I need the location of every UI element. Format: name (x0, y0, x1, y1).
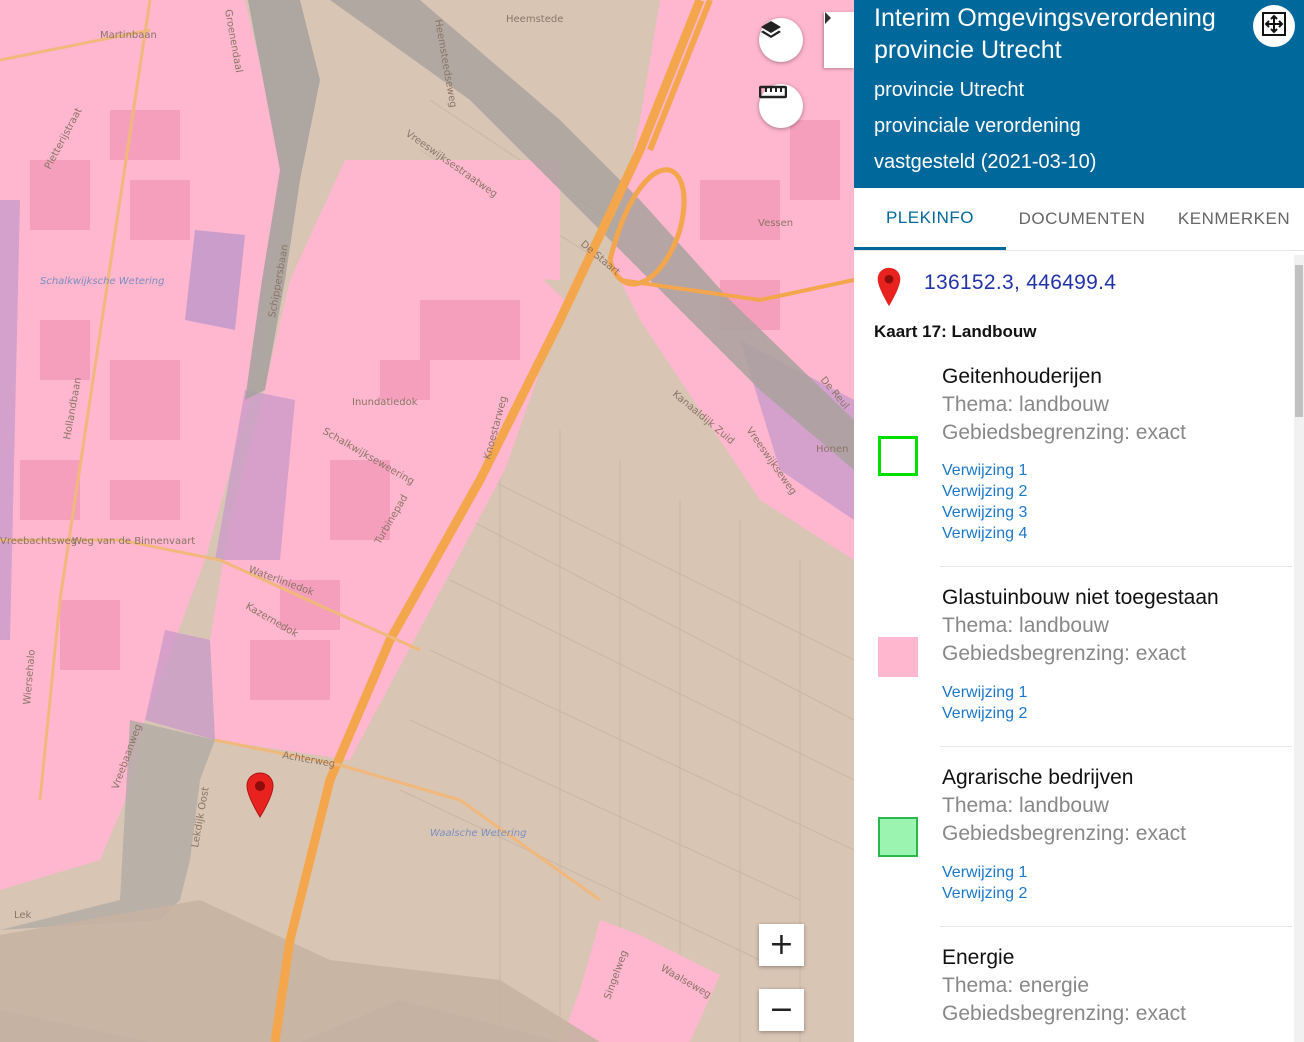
tab-plekinfo[interactable]: PLEKINFO (854, 188, 1006, 250)
reference-link[interactable]: Verwijzing 2 (942, 483, 1027, 501)
svg-text:Waalsche Wetering: Waalsche Wetering (430, 828, 526, 839)
panel-tabs: PLEKINFO DOCUMENTEN KENMERKEN (854, 188, 1304, 251)
feature-boundary: Gebiedsbegrenzing: exact (942, 421, 1186, 444)
feature-name: Energie (942, 946, 1015, 969)
feature-name: Agrarische bedrijven (942, 766, 1134, 789)
svg-text:Lek: Lek (14, 910, 32, 921)
zoom-in-button[interactable]: + (759, 924, 804, 966)
feature-item: Energie Thema: energie Gebiedsbegrenzing… (854, 946, 1294, 1042)
feature-name: Glastuinbouw niet toegestaan (942, 586, 1219, 609)
reference-link[interactable]: Verwijzing 2 (942, 885, 1027, 903)
reference-link[interactable]: Verwijzing 4 (942, 525, 1027, 543)
layers-button[interactable] (759, 18, 803, 62)
plan-authority: provincie Utrecht (874, 79, 1025, 101)
feature-item: Agrarische bedrijven Thema: landbouw Geb… (854, 766, 1294, 926)
feature-theme: Thema: landbouw (942, 393, 1109, 416)
plan-status: vastgesteld (2021-03-10) (874, 151, 1097, 173)
svg-text:Weg van de Binnenvaart: Weg van de Binnenvaart (72, 536, 195, 547)
info-panel: Interim Omgevingsverordening provincie U… (854, 0, 1304, 1042)
svg-text:Heemstede: Heemstede (506, 14, 563, 25)
reference-link[interactable]: Verwijzing 1 (942, 864, 1027, 882)
legend-swatch (878, 817, 918, 857)
feature-boundary: Gebiedsbegrenzing: exact (942, 642, 1186, 665)
svg-text:Schalkwijksche Wetering: Schalkwijksche Wetering (40, 276, 164, 287)
feature-item: Geitenhouderijen Thema: landbouw Gebieds… (854, 365, 1294, 567)
reference-link[interactable]: Verwijzing 2 (942, 705, 1027, 723)
plan-type: provinciale verordening (874, 115, 1081, 137)
feature-divider (940, 926, 1292, 927)
feature-theme: Thema: landbouw (942, 614, 1109, 637)
feature-theme: Thema: energie (942, 974, 1090, 997)
map-canvas[interactable]: Martinbaan Pletterijstraat Groenendaal H… (0, 0, 854, 1042)
reference-link[interactable]: Verwijzing 1 (942, 684, 1027, 702)
feature-name: Geitenhouderijen (942, 365, 1102, 388)
fullscreen-button[interactable] (1253, 5, 1295, 47)
legend-swatch (878, 637, 918, 677)
fullscreen-icon (1261, 11, 1287, 42)
zoom-out-button[interactable]: − (759, 989, 804, 1031)
svg-text:Honen: Honen (816, 444, 848, 455)
svg-text:Inundatiedok: Inundatiedok (352, 397, 418, 408)
svg-text:Vessen: Vessen (758, 218, 793, 229)
measure-button[interactable] (759, 84, 803, 128)
location-pin-icon (876, 267, 902, 312)
map-view[interactable]: Martinbaan Pletterijstraat Groenendaal H… (0, 0, 854, 1042)
location-coordinates[interactable]: 136152.3, 446499.4 (924, 271, 1116, 295)
map-sheet-title: Kaart 17: Landbouw (874, 322, 1037, 341)
feature-theme: Thema: landbouw (942, 794, 1109, 817)
svg-text:Martinbaan: Martinbaan (100, 30, 157, 41)
plekinfo-content: 136152.3, 446499.4 Kaart 17: Landbouw Ge… (854, 251, 1294, 1042)
tab-documenten[interactable]: DOCUMENTEN (1006, 188, 1158, 250)
reference-link[interactable]: Verwijzing 3 (942, 504, 1027, 522)
collapse-panel-button[interactable] (824, 12, 854, 68)
location-marker-icon[interactable] (246, 772, 274, 818)
feature-boundary: Gebiedsbegrenzing: exact (942, 822, 1186, 845)
feature-boundary: Gebiedsbegrenzing: exact (942, 1002, 1186, 1025)
reference-link[interactable]: Verwijzing 1 (942, 462, 1027, 480)
panel-header: Interim Omgevingsverordening provincie U… (854, 0, 1304, 188)
panel-scrollbar[interactable] (1294, 255, 1304, 1042)
tab-kenmerken[interactable]: KENMERKEN (1158, 188, 1304, 250)
legend-swatch (878, 436, 918, 476)
feature-item: Glastuinbouw niet toegestaan Thema: land… (854, 586, 1294, 746)
feature-divider (940, 566, 1292, 567)
scrollbar-thumb[interactable] (1295, 265, 1303, 417)
plan-title: Interim Omgevingsverordening provincie U… (874, 4, 1216, 64)
feature-divider (940, 746, 1292, 747)
svg-text:Vreebachtsweg: Vreebachtsweg (0, 536, 77, 547)
